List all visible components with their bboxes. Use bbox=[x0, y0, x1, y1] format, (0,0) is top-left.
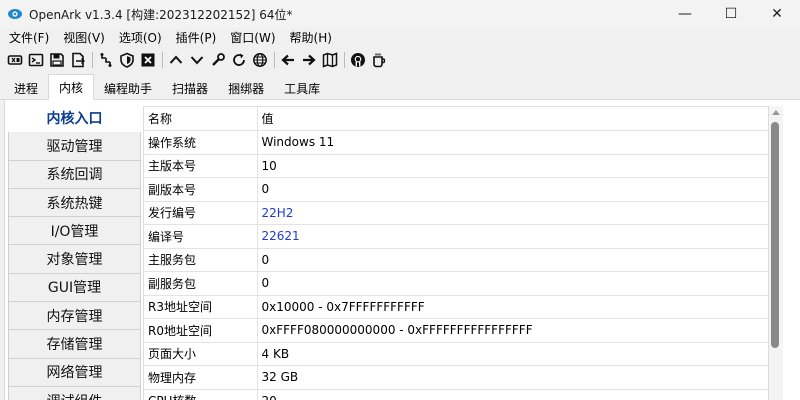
menu-view[interactable]: 视图(V) bbox=[56, 28, 112, 48]
menu-plugins[interactable]: 插件(P) bbox=[169, 28, 224, 48]
nav-storage-manager[interactable]: 存储管理 bbox=[8, 330, 141, 359]
main-tabs: 进程 内核 编程助手 扫描器 捆绑器 工具库 bbox=[0, 74, 800, 100]
table-row[interactable]: 副版本号 0 bbox=[144, 177, 768, 202]
row-value: 32 GB bbox=[257, 365, 768, 390]
menu-options[interactable]: 选项(O) bbox=[112, 28, 169, 48]
right-arrow-icon[interactable] bbox=[300, 51, 318, 69]
table-row[interactable]: 发行编号 22H2 bbox=[144, 201, 768, 225]
tab-toolkit[interactable]: 工具库 bbox=[274, 77, 330, 99]
row-value: Windows 11 bbox=[257, 130, 768, 155]
row-value: 10 bbox=[257, 154, 768, 178]
table-row[interactable]: 页面大小 4 KB bbox=[144, 342, 768, 366]
table-row[interactable]: 操作系统 Windows 11 bbox=[144, 130, 768, 155]
nav-driver-manager[interactable]: 驱动管理 bbox=[8, 132, 141, 161]
row-value: 20 bbox=[257, 389, 768, 400]
coffee-icon[interactable] bbox=[370, 51, 388, 69]
connect-icon[interactable] bbox=[97, 51, 115, 69]
toolbar-separator bbox=[274, 52, 275, 68]
row-key: R0地址空间 bbox=[144, 318, 258, 343]
menu-file[interactable]: 文件(F) bbox=[2, 28, 56, 48]
row-key: 副版本号 bbox=[144, 177, 258, 202]
row-key: 主版本号 bbox=[144, 154, 258, 178]
table-row[interactable]: 主版本号 10 bbox=[144, 154, 768, 178]
console-icon[interactable] bbox=[27, 51, 45, 69]
row-key: R3地址空间 bbox=[144, 295, 258, 319]
row-value: 0x10000 - 0x7FFFFFFFFFFF bbox=[257, 295, 768, 319]
nav-memory-manager[interactable]: 内存管理 bbox=[8, 302, 141, 331]
row-value-link[interactable]: 22621 bbox=[257, 224, 768, 249]
row-key: 主服务包 bbox=[144, 248, 258, 272]
toolbar-separator bbox=[162, 52, 163, 68]
menu-help[interactable]: 帮助(H) bbox=[283, 28, 339, 48]
toolbar-separator bbox=[92, 52, 93, 68]
table-row[interactable]: 编译号 22621 bbox=[144, 224, 768, 249]
toolbar-separator bbox=[344, 52, 345, 68]
kernel-info-table[interactable]: 名称 值 操作系统 Windows 11 主版本号 10 副版本号 0 发行编号 22H… bbox=[143, 106, 769, 400]
window-title: OpenArk v1.3.4 [构建:202312202152] 64位* bbox=[29, 7, 293, 22]
row-key: 操作系统 bbox=[144, 130, 258, 155]
up-arrow-icon[interactable] bbox=[167, 51, 185, 69]
table-header-row: 名称 值 bbox=[144, 107, 768, 131]
row-key: 编译号 bbox=[144, 224, 258, 249]
refresh-icon[interactable] bbox=[230, 51, 248, 69]
close-box-icon[interactable] bbox=[139, 51, 157, 69]
down-arrow-icon[interactable] bbox=[188, 51, 206, 69]
settings-icon[interactable] bbox=[209, 51, 227, 69]
table-row[interactable]: R3地址空间 0x10000 - 0x7FFFFFFFFFFF bbox=[144, 295, 768, 319]
nav-system-hotkey[interactable]: 系统热键 bbox=[8, 188, 141, 218]
nav-gui-manager[interactable]: GUI管理 bbox=[8, 273, 141, 303]
row-value: 0xFFFF080000000000 - 0xFFFFFFFFFFFFFFFF bbox=[257, 318, 768, 343]
close-button[interactable]: ✕ bbox=[754, 0, 800, 28]
tab-process[interactable]: 进程 bbox=[4, 77, 48, 99]
nav-network-manager[interactable]: 网络管理 bbox=[8, 358, 141, 387]
nav-kernel-entry[interactable]: 内核入口 bbox=[8, 104, 141, 133]
nav-io-manager[interactable]: I/O管理 bbox=[8, 217, 141, 246]
row-value: 0 bbox=[257, 271, 768, 296]
table-row[interactable]: 物理内存 32 GB bbox=[144, 365, 768, 390]
table-row[interactable]: 主服务包 0 bbox=[144, 248, 768, 272]
menu-bar: 文件(F) 视图(V) 选项(O) 插件(P) 窗口(W) 帮助(H) bbox=[0, 28, 800, 48]
kernel-nav: 内核入口 驱动管理 系统回调 系统热键 I/O管理 对象管理 GUI管理 内存管… bbox=[8, 104, 141, 400]
table-row[interactable]: CPU核数20 bbox=[144, 389, 768, 400]
nav-debug-component[interactable]: 调试组件 bbox=[8, 386, 141, 400]
nav-object-manager[interactable]: 对象管理 bbox=[8, 245, 141, 274]
github-icon[interactable] bbox=[349, 51, 367, 69]
row-value-link[interactable]: 22H2 bbox=[257, 201, 768, 225]
shield-icon[interactable] bbox=[118, 51, 136, 69]
tab-kernel[interactable]: 内核 bbox=[48, 74, 95, 100]
table-row[interactable]: R0地址空间 0xFFFF080000000000 - 0xFFFFFFFFFFF… bbox=[144, 318, 768, 343]
save-icon[interactable] bbox=[48, 51, 66, 69]
table-row[interactable]: 副服务包 0 bbox=[144, 271, 768, 296]
left-arrow-icon[interactable] bbox=[279, 51, 297, 69]
row-value: 4 KB bbox=[257, 342, 768, 366]
tab-coder-kit[interactable]: 编程助手 bbox=[94, 77, 162, 99]
tab-bundler[interactable]: 捆绑器 bbox=[218, 77, 274, 99]
column-header-value[interactable]: 值 bbox=[257, 107, 768, 131]
title-bar: OpenArk v1.3.4 [构建:202312202152] 64位* — … bbox=[0, 0, 800, 28]
row-key: 物理内存 bbox=[144, 365, 258, 390]
table-vertical-scrollbar[interactable] bbox=[769, 106, 783, 400]
row-key: CPU核数 bbox=[144, 389, 258, 400]
toolbar bbox=[0, 48, 800, 72]
tab-scanner[interactable]: 扫描器 bbox=[162, 77, 218, 99]
column-header-name[interactable]: 名称 bbox=[144, 107, 258, 131]
minimize-button[interactable]: — bbox=[662, 0, 708, 28]
maximize-button[interactable]: ☐ bbox=[708, 0, 754, 28]
export-icon[interactable] bbox=[69, 51, 87, 69]
globe-icon[interactable] bbox=[251, 51, 269, 69]
row-key: 发行编号 bbox=[144, 201, 258, 225]
row-value: 0 bbox=[257, 177, 768, 202]
tag-icon[interactable] bbox=[6, 51, 24, 69]
menu-window[interactable]: 窗口(W) bbox=[223, 28, 282, 48]
row-key: 副服务包 bbox=[144, 271, 258, 296]
row-key: 页面大小 bbox=[144, 342, 258, 366]
row-value: 0 bbox=[257, 248, 768, 272]
openark-logo-icon bbox=[8, 9, 22, 19]
scroll-thumb[interactable] bbox=[771, 122, 779, 348]
nav-system-callback[interactable]: 系统回调 bbox=[8, 160, 141, 189]
map-icon[interactable] bbox=[321, 51, 339, 69]
scroll-up-arrow-icon[interactable] bbox=[772, 110, 780, 115]
